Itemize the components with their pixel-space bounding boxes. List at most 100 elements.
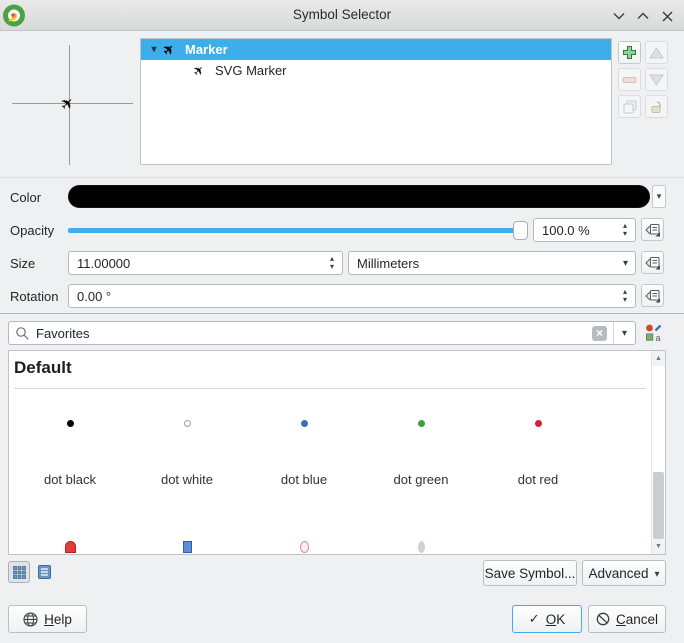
opacity-value: 100.0 %	[542, 223, 590, 238]
spin-down-icon[interactable]: ▾	[623, 230, 627, 238]
group-divider	[14, 388, 646, 389]
opacity-spinbox[interactable]: 100.0 % ▴ ▾	[533, 218, 636, 242]
symbol-label: dot black	[15, 472, 125, 487]
data-defined-override-icon	[644, 255, 661, 271]
symbol-item-dot-red[interactable]: dot red	[483, 406, 593, 496]
titlebar: Symbol Selector	[0, 0, 684, 31]
ok-button[interactable]: ✓ OK	[512, 605, 582, 633]
scroll-down-button[interactable]: ▼	[652, 539, 665, 554]
size-value: 11.00000	[77, 256, 130, 271]
separator	[0, 313, 684, 314]
chevron-down-icon: ▾	[623, 258, 628, 269]
size-label: Size	[10, 256, 35, 271]
cancel-icon	[596, 612, 610, 626]
data-defined-override-icon	[644, 222, 661, 238]
icon-view-button[interactable]	[8, 561, 30, 583]
move-layer-down-button	[645, 68, 668, 91]
window-maximize-button[interactable]	[634, 7, 652, 25]
dot-white-preview	[184, 420, 191, 427]
symbol-item-dot-black[interactable]: dot black	[15, 406, 125, 496]
symbol-layer-tree[interactable]: ▾ ✈ Marker ✈ SVG Marker	[140, 38, 612, 165]
vertical-scrollbar[interactable]: ▲ ▼	[651, 351, 665, 554]
opacity-label: Opacity	[10, 223, 54, 238]
color-label: Color	[10, 190, 41, 205]
duplicate-layer-button	[618, 95, 641, 118]
opacity-slider[interactable]	[68, 228, 528, 233]
dot-red-preview	[535, 420, 542, 427]
svg-text:a: a	[656, 333, 661, 342]
symbol-selector-dialog: Symbol Selector ✈ ▾ ✈ Marker ✈ SVG Marke…	[0, 0, 684, 643]
rotation-value: 0.00 °	[77, 289, 111, 304]
spin-down-icon[interactable]: ▾	[623, 296, 627, 304]
size-unit-value: Millimeters	[357, 256, 419, 271]
symbol-item-dot-white[interactable]: dot white	[132, 406, 242, 496]
help-button[interactable]: Help	[8, 605, 87, 633]
scroll-up-button[interactable]: ▲	[652, 351, 665, 366]
duplicate-icon	[623, 100, 637, 114]
clear-filter-icon[interactable]: ×	[592, 326, 607, 341]
partial-symbol-preview[interactable]	[300, 541, 309, 553]
symbol-label: dot white	[132, 472, 242, 487]
spin-down-icon[interactable]: ▾	[330, 263, 334, 271]
search-icon	[15, 326, 30, 341]
filter-value[interactable]: Favorites	[36, 326, 592, 341]
chevron-down-icon: ▾	[657, 191, 662, 202]
opacity-data-defined-override-button[interactable]	[641, 218, 664, 241]
list-view-button[interactable]	[33, 561, 55, 583]
symbol-label: dot blue	[249, 472, 359, 487]
spinbox-arrows[interactable]: ▴ ▾	[325, 254, 339, 272]
move-layer-up-button	[645, 41, 668, 64]
spinbox-arrows[interactable]: ▴ ▾	[618, 221, 632, 239]
symbol-label: dot red	[483, 472, 593, 487]
size-data-defined-override-button[interactable]	[641, 251, 664, 274]
partial-symbol-preview[interactable]	[183, 541, 192, 553]
advanced-label: Advanced	[588, 566, 648, 581]
tree-item-marker[interactable]: ▾ ✈ Marker	[141, 39, 611, 60]
partial-symbol-preview[interactable]	[65, 541, 76, 553]
rotation-spinbox[interactable]: 0.00 ° ▴ ▾	[68, 284, 636, 308]
airplane-symbol-icon: ✈	[56, 92, 80, 116]
color-swatch-button[interactable]	[68, 185, 650, 208]
symbol-item-dot-blue[interactable]: dot blue	[249, 406, 359, 496]
size-unit-combobox[interactable]: Millimeters ▾	[348, 251, 636, 275]
ok-label: OK	[546, 612, 566, 627]
list-view-icon	[38, 565, 51, 579]
scrollbar-thumb[interactable]	[653, 472, 664, 539]
window-shade-button[interactable]	[610, 7, 628, 25]
cancel-button[interactable]: Cancel	[588, 605, 666, 633]
saved-symbols-list[interactable]: Default dot black dot white dot blue dot…	[8, 350, 666, 555]
size-spinbox[interactable]: 11.00000 ▴ ▾	[68, 251, 343, 275]
chevron-down-icon: ▾	[622, 328, 627, 339]
grid-view-icon	[13, 566, 26, 579]
rotation-label: Rotation	[10, 289, 58, 304]
check-icon: ✓	[529, 611, 540, 627]
tree-item-label: SVG Marker	[215, 63, 287, 78]
advanced-button[interactable]: Advanced ▾	[582, 560, 666, 586]
cancel-label: Cancel	[616, 612, 658, 627]
minus-icon	[622, 76, 637, 84]
rotation-data-defined-override-button[interactable]	[641, 284, 664, 307]
window-close-button[interactable]	[658, 7, 676, 25]
airplane-icon: ✈	[188, 59, 211, 82]
chevron-down-icon: ▾	[655, 569, 660, 580]
lock-color-button	[645, 95, 668, 118]
symbol-item-dot-green[interactable]: dot green	[366, 406, 476, 496]
separator	[0, 177, 684, 178]
help-globe-icon	[23, 612, 38, 627]
data-defined-override-icon	[644, 288, 661, 304]
symbol-label: dot green	[366, 472, 476, 487]
symbol-preview: ✈	[10, 40, 135, 165]
filter-dropdown-button[interactable]: ▾	[613, 322, 635, 344]
partial-symbol-preview[interactable]	[418, 541, 425, 553]
add-symbol-layer-button[interactable]	[618, 41, 641, 64]
style-manager-button[interactable]: a	[644, 323, 664, 343]
style-filter-combobox[interactable]: Favorites × ▾	[8, 321, 636, 345]
spinbox-arrows[interactable]: ▴ ▾	[618, 287, 632, 305]
save-symbol-button[interactable]: Save Symbol...	[483, 560, 577, 586]
color-dropdown-button[interactable]: ▾	[652, 185, 666, 208]
help-label: Help	[44, 612, 72, 627]
opacity-slider-handle[interactable]	[513, 221, 528, 240]
airplane-icon: ✈	[158, 38, 181, 61]
tree-item-svg-marker[interactable]: ✈ SVG Marker	[141, 60, 611, 81]
dot-black-preview	[67, 420, 74, 427]
